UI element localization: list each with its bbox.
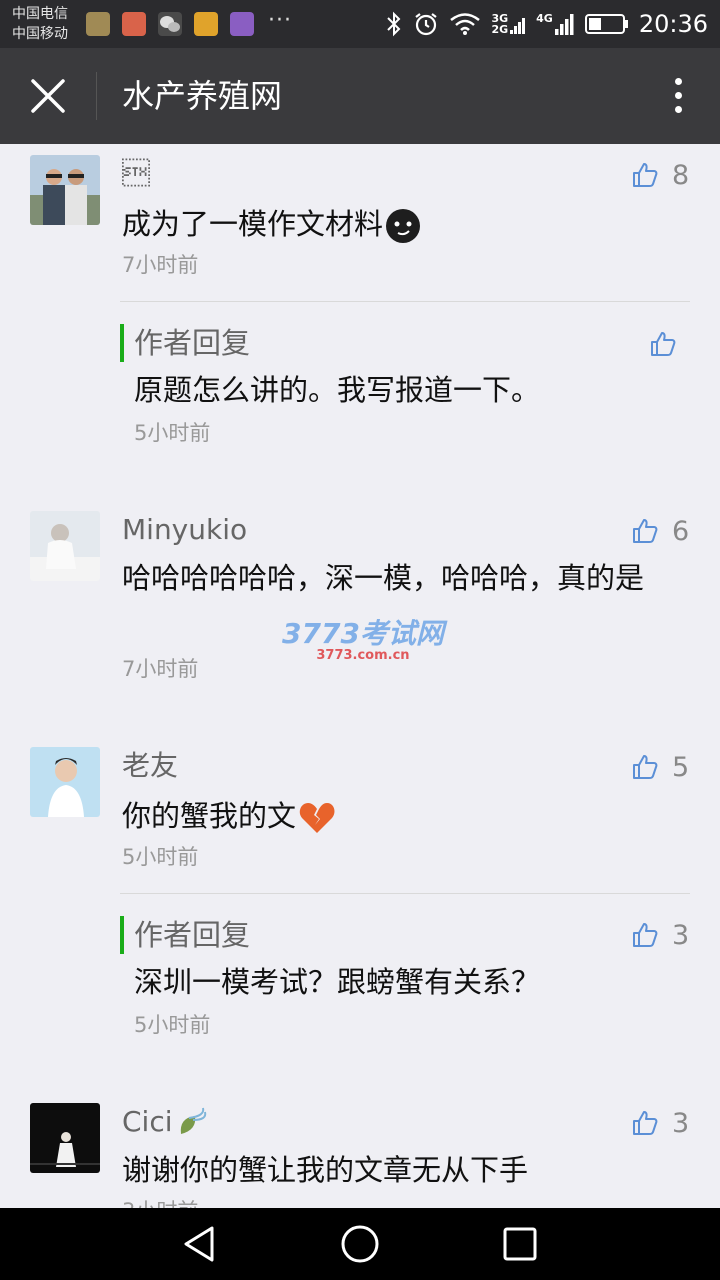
carrier-2: 中国移动 [12,26,68,42]
author-reply-text: 深圳一模考试？跟螃蟹有关系？ [134,965,541,999]
lte-signal-icon: 4G [536,11,575,37]
comment-username: 老友 [122,749,179,782]
close-icon [31,79,65,113]
reply-like-button[interactable]: 3 [632,917,689,953]
comment-username:  [122,157,150,190]
more-options-button[interactable] [666,74,690,118]
like-button[interactable]: 3 [632,1105,689,1141]
comment-username-text: Cici [122,1105,173,1138]
status-bar: 中国电信 中国移动 ··· 3G 2G 4G 20:36 [0,0,720,48]
divider [120,893,690,894]
comment-text-content: 成为了一模作文材料 [122,207,384,241]
author-reply-text: 原题怎么讲的。我写报道一下。 [134,373,541,407]
back-triangle-icon [184,1226,214,1262]
watermark-url: 3773.com.cn [316,648,410,663]
like-count: 6 [672,515,690,547]
lock-app-icon [194,12,218,36]
dual-signal-icon: 3G 2G [491,12,526,36]
gallery-app-icon [230,12,254,36]
comment-text: 谢谢你的蟹让我的文章无从下手 [122,1153,529,1187]
recents-square-icon [503,1227,537,1261]
wifi-icon [450,13,481,35]
nav-bar: 水产养殖网 [0,48,720,144]
comment-list[interactable]:  8 成为了一模作文材料 7小时前 作者回复 原题怎么讲的。我写报道一下。 5… [0,144,720,1208]
close-button[interactable] [28,76,68,116]
avatar[interactable] [30,747,100,817]
more-notifications-icon: ··· [268,8,292,33]
missed-call-icon [122,12,146,36]
home-button[interactable] [340,1224,380,1264]
thumbs-up-icon [633,923,658,947]
comment-username: Cici [122,1104,209,1140]
bluetooth-icon [387,11,401,37]
nav-divider [96,72,97,120]
avatar[interactable] [30,155,100,225]
like-button[interactable]: 6 [632,513,689,549]
watermark: 3773考试网 3773.com.cn [282,619,444,663]
author-reply-label: 作者回复 [120,916,250,954]
alarm-icon [415,13,438,36]
comment-username: Minyukio [122,513,248,546]
thumbs-up-icon [633,519,658,543]
back-button[interactable] [180,1224,220,1264]
thumbs-up-icon [633,163,658,187]
battery-icon [584,14,628,34]
comment-text: 成为了一模作文材料 [122,200,682,248]
author-reply-time: 5小时前 [134,1013,211,1037]
smirk-face-icon [386,209,421,243]
comment-time: 7小时前 [122,253,199,277]
leaf-tea-icon [180,1107,206,1134]
notification-app-icon [86,12,110,36]
like-count: 5 [672,751,690,783]
avatar[interactable] [30,511,100,581]
comment-text: 哈哈哈哈哈哈，深一模，哈哈哈，真的是 [122,561,645,595]
home-circle-icon [341,1225,379,1263]
like-count: 3 [672,919,690,951]
like-count: 8 [672,159,690,191]
reply-like-button[interactable] [650,326,676,362]
divider [120,301,690,302]
system-nav-bar [0,1208,720,1280]
carrier-labels: 中国电信 中国移动 [12,4,68,44]
comment-text-content: 你的蟹我的文 [122,799,297,833]
more-vertical-icon [666,78,690,113]
author-reply-label: 作者回复 [120,324,250,362]
like-button[interactable]: 8 [632,157,689,193]
author-reply-time: 5小时前 [134,421,211,445]
comment-time: 7小时前 [122,657,199,681]
broken-heart-icon [299,803,335,833]
comment-time: 3小时前 [122,1196,198,1208]
thumbs-up-icon [633,755,658,779]
comment-text: 你的蟹我的文 [122,792,682,840]
carrier-1: 中国电信 [12,6,68,22]
status-icons: 3G 2G 4G 20:36 [385,0,708,48]
like-count: 3 [672,1107,690,1139]
page-title: 水产养殖网 [122,77,283,115]
like-button[interactable]: 5 [632,749,689,785]
recents-button[interactable] [500,1224,540,1264]
comment-time: 5小时前 [122,845,199,869]
thumbs-up-icon [651,332,676,356]
watermark-logo: 3773考试网 [282,617,444,650]
wechat-icon [158,12,182,36]
thumbs-up-icon [633,1111,658,1135]
clock: 20:36 [638,10,708,38]
avatar[interactable] [30,1103,100,1173]
